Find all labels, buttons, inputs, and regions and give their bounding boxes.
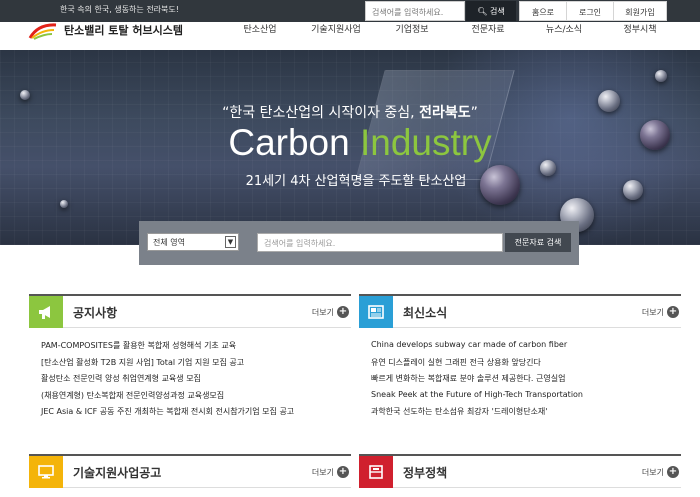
monitor-icon <box>29 456 63 488</box>
logo-icon[interactable] <box>28 22 58 40</box>
notice-board-header: 공지사항 더보기 + <box>29 294 351 328</box>
hero-banner: “한국 탄소산업의 시작이자 중심, 전라북도” Carbon Industry… <box>0 50 700 245</box>
search-scope-select[interactable]: 전체 영역 ▼ <box>147 233 239 251</box>
hero-title-carbon: Carbon <box>228 122 360 163</box>
main-nav: 탄소산업 기술지원사업 기업정보 전문자료 뉴스/소식 정부시책 <box>222 22 678 35</box>
support-board-header: 기술지원사업공고 더보기 + <box>29 454 351 488</box>
sphere-graphic <box>20 90 30 100</box>
signup-link[interactable]: 회원가입 <box>613 1 667 21</box>
notice-board: 공지사항 더보기 + PAM-COMPOSITES를 활용한 복합재 성형해석 … <box>29 294 351 434</box>
sphere-graphic <box>655 70 667 82</box>
sphere-graphic <box>60 200 68 208</box>
list-item[interactable]: PAM-COMPOSITES를 활용한 복합재 성형해석 기초 교육 <box>41 340 294 357</box>
search-icon: 🔍︎ <box>477 7 488 16</box>
header: 탄소밸리 토탈 허브시스템 탄소산업 기술지원사업 기업정보 전문자료 뉴스/소… <box>0 22 700 50</box>
list-item[interactable]: Sneak Peek at the Future of High-Tech Tr… <box>371 390 583 407</box>
megaphone-icon <box>29 296 63 328</box>
policy-more-link[interactable]: 더보기 + <box>642 466 679 478</box>
nav-item-carbon-industry[interactable]: 탄소산업 <box>222 22 298 35</box>
notice-list: PAM-COMPOSITES를 활용한 복합재 성형해석 기초 교육 [탄소산업… <box>41 340 294 423</box>
policy-board: 정부정책 더보기 + <box>359 454 681 497</box>
search-scope-value: 전체 영역 <box>153 238 185 247</box>
nav-item-company-info[interactable]: 기업정보 <box>374 22 450 35</box>
book-icon <box>359 456 393 488</box>
list-item[interactable]: (채용연계형) 탄소복합재 전문인력양성과정 교육생모집 <box>41 390 294 407</box>
list-item[interactable]: 활성탄소 전문인력 양성 취업연계형 교육생 모집 <box>41 373 294 390</box>
top-search-button[interactable]: 🔍︎ 검색 <box>466 1 516 21</box>
support-more-label: 더보기 <box>311 467 334 477</box>
home-link[interactable]: 홈으로 <box>519 1 567 21</box>
nav-item-policy[interactable]: 정부시책 <box>602 22 678 35</box>
list-item[interactable]: [탄소산업 활성화 T2B 지원 사업] Total 기업 지원 모집 공고 <box>41 357 294 374</box>
hero-quote-text: “한국 탄소산업의 시작이자 중심, <box>222 105 420 121</box>
nav-item-tech-support[interactable]: 기술지원사업 <box>298 22 374 35</box>
hero-quote: “한국 탄소산업의 시작이자 중심, 전라북도” <box>0 102 700 122</box>
list-item[interactable]: China develops subway car made of carbon… <box>371 340 583 357</box>
support-more-link[interactable]: 더보기 + <box>312 466 349 478</box>
nav-item-resources[interactable]: 전문자료 <box>450 22 526 35</box>
nav-item-news[interactable]: 뉴스/소식 <box>526 22 602 35</box>
list-item[interactable]: 과학한국 선도하는 탄소섬유 최강자 '드레이형단소재' <box>371 406 583 423</box>
policy-board-header: 정부정책 더보기 + <box>359 454 681 488</box>
hero-quote-highlight: 전라북도 <box>419 105 471 121</box>
news-more-link[interactable]: 더보기 + <box>642 306 679 318</box>
support-board: 기술지원사업공고 더보기 + <box>29 454 351 497</box>
list-item[interactable]: 유연 디스플레이 실현 그래핀 전극 상용화 앞당긴다 <box>371 357 583 374</box>
login-link[interactable]: 로그인 <box>566 1 614 21</box>
top-search-button-label: 검색 <box>489 7 505 16</box>
tagline: 한국 속의 한국, 생동하는 전라북도! <box>60 5 179 14</box>
logo-text[interactable]: 탄소밸리 토탈 허브시스템 <box>64 22 183 38</box>
notice-more-link[interactable]: 더보기 + <box>312 306 349 318</box>
news-board: 최신소식 더보기 + China develops subway car mad… <box>359 294 681 434</box>
newspaper-icon <box>359 296 393 328</box>
support-board-title: 기술지원사업공고 <box>73 466 162 480</box>
hero-title: Carbon Industry <box>0 122 700 164</box>
top-utility-bar: 한국 속의 한국, 생동하는 전라북도! 검색어를 입력하세요. 🔍︎ 검색 홈… <box>0 0 700 22</box>
resource-search-button[interactable]: 전문자료 검색 <box>505 233 571 252</box>
chevron-down-icon: ▼ <box>225 236 236 248</box>
list-item[interactable]: JEC Asia & ICF 공동 주진 개최하는 복합재 전시회 전시참가기업… <box>41 406 294 423</box>
news-board-title: 최신소식 <box>403 306 448 320</box>
news-list: China develops subway car made of carbon… <box>371 340 583 423</box>
notice-board-title: 공지사항 <box>73 306 118 320</box>
plus-icon: + <box>337 466 349 478</box>
top-links: 홈으로 로그인 회원가입 <box>519 1 667 21</box>
plus-icon: + <box>337 306 349 318</box>
policy-more-label: 더보기 <box>641 467 664 477</box>
hero-subtitle: 21세기 4차 산업혁명을 주도할 탄소산업 <box>245 174 467 189</box>
plus-icon: + <box>667 466 679 478</box>
hero-title-industry: Industry <box>360 122 492 163</box>
list-item[interactable]: 빠르게 변화하는 복합재료 분야 솔루션 제공한다. 근영실업 <box>371 373 583 390</box>
notice-more-label: 더보기 <box>311 307 334 317</box>
news-board-header: 최신소식 더보기 + <box>359 294 681 328</box>
hero-quote-close: ” <box>470 105 478 121</box>
policy-board-title: 정부정책 <box>403 466 448 480</box>
resource-search-panel: 전체 영역 ▼ 검색어를 입력하세요. 전문자료 검색 <box>139 221 579 265</box>
news-more-label: 더보기 <box>641 307 664 317</box>
resource-search-input[interactable]: 검색어를 입력하세요. <box>257 233 503 252</box>
plus-icon: + <box>667 306 679 318</box>
top-search-input[interactable]: 검색어를 입력하세요. <box>365 1 465 21</box>
